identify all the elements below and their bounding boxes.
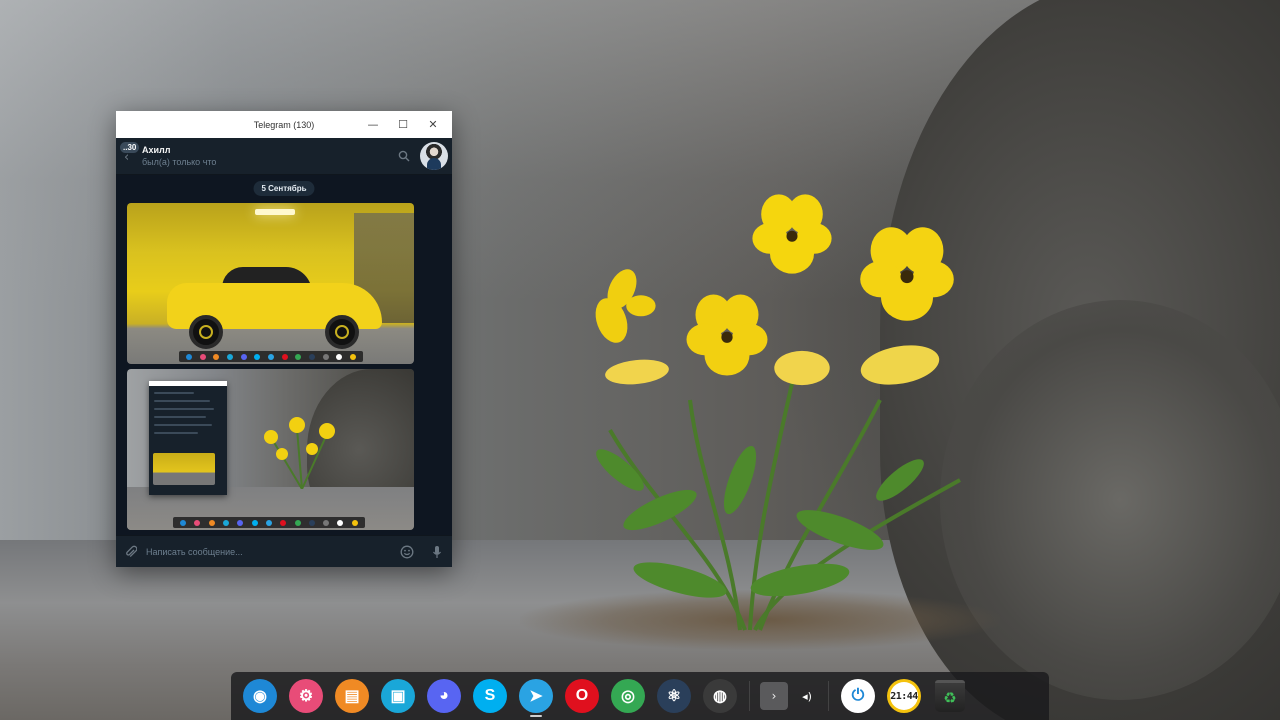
chrome-icon: ◎ bbox=[611, 679, 645, 713]
maximize-button[interactable]: ☐ bbox=[388, 111, 418, 138]
microphone-icon[interactable] bbox=[422, 545, 452, 559]
close-button[interactable]: ✕ bbox=[418, 111, 448, 138]
dock-app-obs[interactable]: ◍ bbox=[699, 675, 741, 717]
volume-icon[interactable]: ◂) bbox=[792, 690, 822, 703]
minimize-button[interactable]: — bbox=[358, 111, 388, 138]
peer-name: Ахилл bbox=[142, 145, 171, 155]
avatar[interactable] bbox=[420, 142, 448, 170]
pansy-flower bbox=[580, 262, 664, 358]
garage-light bbox=[255, 209, 295, 215]
photo-message[interactable] bbox=[127, 369, 414, 530]
window-controls: — ☐ ✕ bbox=[358, 111, 448, 138]
date-separator: 5 Сентябрь bbox=[253, 181, 315, 196]
window-title: Telegram (130) bbox=[253, 119, 315, 130]
obs-icon: ◍ bbox=[703, 679, 737, 713]
dock-app-app-store[interactable]: ▤ bbox=[331, 675, 373, 717]
paperclip-icon[interactable] bbox=[116, 545, 146, 559]
search-icon[interactable] bbox=[392, 138, 416, 175]
unread-badge: ..30 bbox=[120, 141, 140, 153]
dock-app-telegram[interactable]: ➤ bbox=[515, 675, 557, 717]
dock-separator bbox=[828, 681, 829, 711]
chat-header: ..30 ‹ Ахилл был(а) только что bbox=[116, 138, 452, 175]
photo-flowers bbox=[264, 417, 335, 489]
dock-app-chrome[interactable]: ◎ bbox=[607, 675, 649, 717]
tray-expand-button[interactable]: › bbox=[760, 682, 788, 710]
nested-telegram-window bbox=[149, 381, 227, 495]
file-manager-icon: ▣ bbox=[381, 679, 415, 713]
dock-app-discord[interactable]: ◕ bbox=[423, 675, 465, 717]
screenshot-dock bbox=[173, 517, 365, 528]
pansy-bud bbox=[852, 330, 948, 400]
clock-button[interactable]: 21:44 bbox=[883, 675, 925, 717]
opera-icon: O bbox=[565, 679, 599, 713]
skype-icon: S bbox=[473, 679, 507, 713]
nested-car-photo bbox=[153, 453, 215, 485]
peer-status: был(а) только что bbox=[142, 157, 217, 167]
trash-button[interactable]: ♻ bbox=[929, 675, 971, 717]
dock-app-settings[interactable]: ⚙ bbox=[285, 675, 327, 717]
pansy-flower bbox=[682, 290, 772, 380]
message-input[interactable] bbox=[146, 541, 392, 562]
running-indicator bbox=[530, 715, 542, 717]
dock-app-opera[interactable]: O bbox=[561, 675, 603, 717]
dock-apps: ◉ ⚙ ▤ ▣ ◕ S ➤ O ◎ ⚛ ◍ bbox=[237, 675, 743, 717]
clock-icon: 21:44 bbox=[887, 679, 921, 713]
discord-icon: ◕ bbox=[427, 679, 461, 713]
back-arrow-icon: ‹ bbox=[124, 149, 130, 165]
dock-app-skype[interactable]: S bbox=[469, 675, 511, 717]
clock-time: 21:44 bbox=[890, 682, 918, 710]
back-button[interactable]: ..30 ‹ bbox=[116, 138, 140, 175]
pansy-bud bbox=[770, 340, 834, 396]
deepin-launcher-icon: ◉ bbox=[243, 679, 277, 713]
pansy-flower bbox=[748, 190, 836, 278]
telegram-icon: ➤ bbox=[519, 679, 553, 713]
message-composer bbox=[116, 535, 452, 567]
settings-icon: ⚙ bbox=[289, 679, 323, 713]
car-wheel bbox=[189, 315, 223, 349]
dock-app-steam[interactable]: ⚛ bbox=[653, 675, 695, 717]
screenshot-dock bbox=[179, 351, 363, 362]
power-button[interactable]: ⏻ bbox=[837, 675, 879, 717]
photo-message[interactable] bbox=[127, 203, 414, 364]
app-store-icon: ▤ bbox=[335, 679, 369, 713]
power-icon: ⏻ bbox=[841, 679, 875, 713]
steam-icon: ⚛ bbox=[657, 679, 691, 713]
dock-app-file-manager[interactable]: ▣ bbox=[377, 675, 419, 717]
telegram-window[interactable]: Telegram (130) — ☐ ✕ ..30 ‹ Ахилл был(а)… bbox=[116, 111, 452, 567]
window-titlebar[interactable]: Telegram (130) — ☐ ✕ bbox=[116, 111, 452, 138]
dock-app-deepin-launcher[interactable]: ◉ bbox=[239, 675, 281, 717]
message-area[interactable]: 5 Сентябрь bbox=[116, 175, 452, 535]
car-wheel bbox=[325, 315, 359, 349]
emoji-icon[interactable] bbox=[392, 545, 422, 559]
taskbar-dock: ◉ ⚙ ▤ ▣ ◕ S ➤ O ◎ ⚛ ◍ › ◂) ⏻ 21:44 ♻ bbox=[231, 672, 1049, 720]
trash-icon: ♻ bbox=[935, 680, 965, 712]
pansy-bud bbox=[600, 352, 674, 392]
dock-separator bbox=[749, 681, 750, 711]
pansy-flower bbox=[852, 222, 962, 326]
peer-info[interactable]: Ахилл был(а) только что bbox=[142, 145, 392, 167]
